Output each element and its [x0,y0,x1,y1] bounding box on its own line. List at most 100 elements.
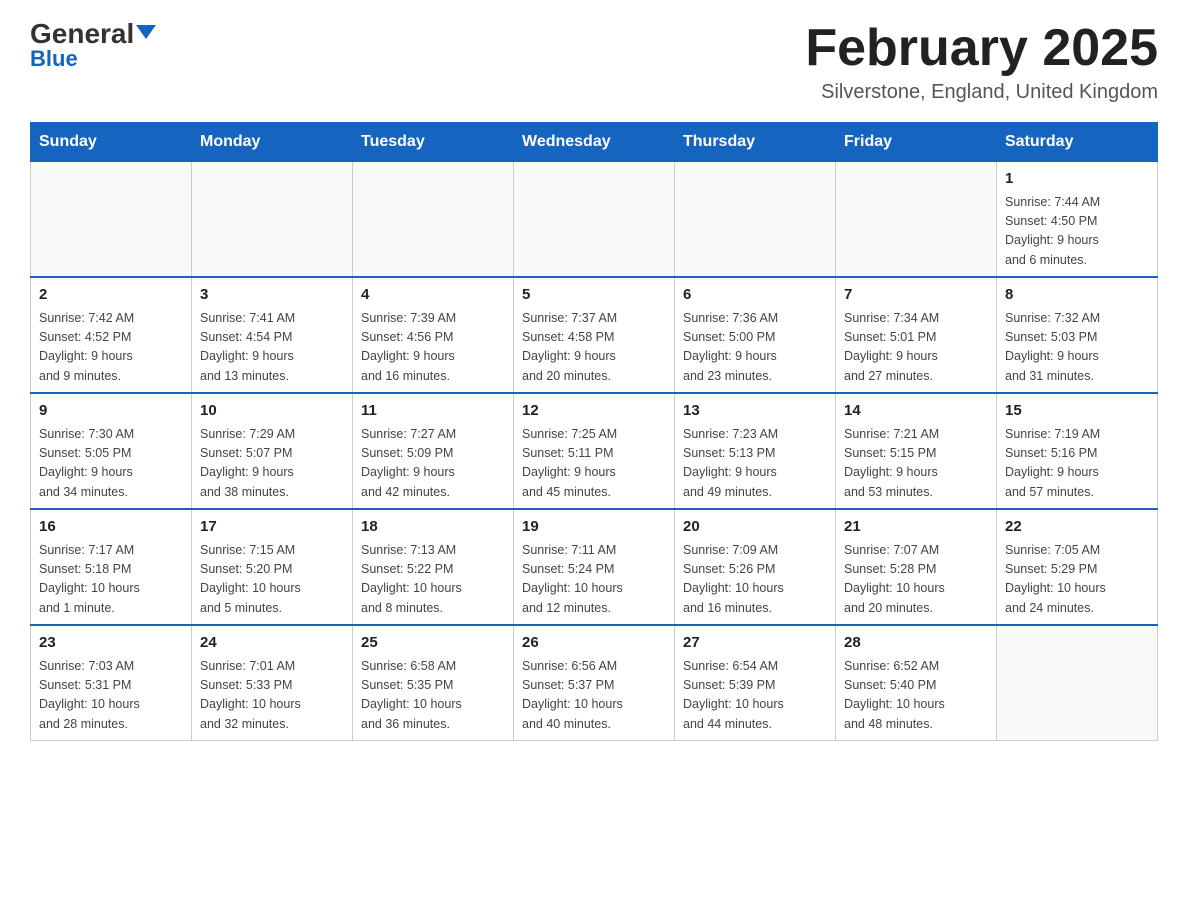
day-number: 10 [200,400,344,423]
table-row: 17Sunrise: 7:15 AM Sunset: 5:20 PM Dayli… [192,509,353,625]
table-row: 10Sunrise: 7:29 AM Sunset: 5:07 PM Dayli… [192,393,353,509]
day-number: 23 [39,632,183,655]
day-number: 12 [522,400,666,423]
day-info: Sunrise: 7:42 AM Sunset: 4:52 PM Dayligh… [39,309,183,387]
month-title: February 2025 [805,20,1158,77]
day-number: 20 [683,516,827,539]
day-number: 3 [200,284,344,307]
day-number: 17 [200,516,344,539]
title-section: February 2025 Silverstone, England, Unit… [805,20,1158,104]
day-info: Sunrise: 7:27 AM Sunset: 5:09 PM Dayligh… [361,425,505,503]
table-row: 12Sunrise: 7:25 AM Sunset: 5:11 PM Dayli… [514,393,675,509]
table-row: 2Sunrise: 7:42 AM Sunset: 4:52 PM Daylig… [31,277,192,393]
table-row: 20Sunrise: 7:09 AM Sunset: 5:26 PM Dayli… [675,509,836,625]
day-info: Sunrise: 7:44 AM Sunset: 4:50 PM Dayligh… [1005,193,1149,271]
col-saturday: Saturday [997,123,1158,162]
day-info: Sunrise: 7:39 AM Sunset: 4:56 PM Dayligh… [361,309,505,387]
table-row: 1Sunrise: 7:44 AM Sunset: 4:50 PM Daylig… [997,162,1158,278]
calendar-week-row: 2Sunrise: 7:42 AM Sunset: 4:52 PM Daylig… [31,277,1158,393]
table-row: 8Sunrise: 7:32 AM Sunset: 5:03 PM Daylig… [997,277,1158,393]
day-info: Sunrise: 7:21 AM Sunset: 5:15 PM Dayligh… [844,425,988,503]
table-row: 9Sunrise: 7:30 AM Sunset: 5:05 PM Daylig… [31,393,192,509]
day-info: Sunrise: 7:03 AM Sunset: 5:31 PM Dayligh… [39,657,183,735]
day-info: Sunrise: 7:36 AM Sunset: 5:00 PM Dayligh… [683,309,827,387]
col-sunday: Sunday [31,123,192,162]
table-row: 14Sunrise: 7:21 AM Sunset: 5:15 PM Dayli… [836,393,997,509]
day-number: 28 [844,632,988,655]
table-row: 21Sunrise: 7:07 AM Sunset: 5:28 PM Dayli… [836,509,997,625]
calendar-week-row: 16Sunrise: 7:17 AM Sunset: 5:18 PM Dayli… [31,509,1158,625]
day-info: Sunrise: 7:30 AM Sunset: 5:05 PM Dayligh… [39,425,183,503]
location: Silverstone, England, United Kingdom [805,81,1158,104]
table-row: 15Sunrise: 7:19 AM Sunset: 5:16 PM Dayli… [997,393,1158,509]
day-info: Sunrise: 7:01 AM Sunset: 5:33 PM Dayligh… [200,657,344,735]
day-info: Sunrise: 7:17 AM Sunset: 5:18 PM Dayligh… [39,541,183,619]
table-row: 26Sunrise: 6:56 AM Sunset: 5:37 PM Dayli… [514,625,675,741]
day-number: 27 [683,632,827,655]
col-friday: Friday [836,123,997,162]
day-info: Sunrise: 6:54 AM Sunset: 5:39 PM Dayligh… [683,657,827,735]
day-number: 14 [844,400,988,423]
day-info: Sunrise: 7:19 AM Sunset: 5:16 PM Dayligh… [1005,425,1149,503]
day-number: 16 [39,516,183,539]
table-row: 13Sunrise: 7:23 AM Sunset: 5:13 PM Dayli… [675,393,836,509]
col-thursday: Thursday [675,123,836,162]
day-info: Sunrise: 6:58 AM Sunset: 5:35 PM Dayligh… [361,657,505,735]
table-row: 19Sunrise: 7:11 AM Sunset: 5:24 PM Dayli… [514,509,675,625]
day-info: Sunrise: 7:23 AM Sunset: 5:13 PM Dayligh… [683,425,827,503]
col-wednesday: Wednesday [514,123,675,162]
day-number: 8 [1005,284,1149,307]
table-row: 22Sunrise: 7:05 AM Sunset: 5:29 PM Dayli… [997,509,1158,625]
table-row [997,625,1158,741]
logo-triangle-icon [136,25,156,39]
table-row [353,162,514,278]
day-number: 15 [1005,400,1149,423]
table-row: 5Sunrise: 7:37 AM Sunset: 4:58 PM Daylig… [514,277,675,393]
day-number: 19 [522,516,666,539]
day-number: 21 [844,516,988,539]
day-info: Sunrise: 7:11 AM Sunset: 5:24 PM Dayligh… [522,541,666,619]
day-info: Sunrise: 7:41 AM Sunset: 4:54 PM Dayligh… [200,309,344,387]
day-info: Sunrise: 7:09 AM Sunset: 5:26 PM Dayligh… [683,541,827,619]
table-row [192,162,353,278]
table-row: 18Sunrise: 7:13 AM Sunset: 5:22 PM Dayli… [353,509,514,625]
logo-general: General [30,20,156,48]
day-number: 22 [1005,516,1149,539]
day-number: 6 [683,284,827,307]
calendar-table: Sunday Monday Tuesday Wednesday Thursday… [30,122,1158,741]
table-row [675,162,836,278]
day-number: 26 [522,632,666,655]
table-row: 6Sunrise: 7:36 AM Sunset: 5:00 PM Daylig… [675,277,836,393]
calendar-week-row: 1Sunrise: 7:44 AM Sunset: 4:50 PM Daylig… [31,162,1158,278]
day-number: 5 [522,284,666,307]
table-row: 24Sunrise: 7:01 AM Sunset: 5:33 PM Dayli… [192,625,353,741]
table-row [31,162,192,278]
table-row: 4Sunrise: 7:39 AM Sunset: 4:56 PM Daylig… [353,277,514,393]
day-info: Sunrise: 7:37 AM Sunset: 4:58 PM Dayligh… [522,309,666,387]
day-number: 11 [361,400,505,423]
day-number: 4 [361,284,505,307]
day-info: Sunrise: 7:15 AM Sunset: 5:20 PM Dayligh… [200,541,344,619]
day-number: 18 [361,516,505,539]
calendar-week-row: 9Sunrise: 7:30 AM Sunset: 5:05 PM Daylig… [31,393,1158,509]
logo-blue: Blue [30,46,78,72]
logo: General Blue [30,20,156,72]
day-info: Sunrise: 7:29 AM Sunset: 5:07 PM Dayligh… [200,425,344,503]
table-row: 25Sunrise: 6:58 AM Sunset: 5:35 PM Dayli… [353,625,514,741]
day-info: Sunrise: 7:13 AM Sunset: 5:22 PM Dayligh… [361,541,505,619]
table-row: 3Sunrise: 7:41 AM Sunset: 4:54 PM Daylig… [192,277,353,393]
day-info: Sunrise: 6:56 AM Sunset: 5:37 PM Dayligh… [522,657,666,735]
table-row: 11Sunrise: 7:27 AM Sunset: 5:09 PM Dayli… [353,393,514,509]
day-number: 1 [1005,168,1149,191]
day-number: 13 [683,400,827,423]
table-row: 28Sunrise: 6:52 AM Sunset: 5:40 PM Dayli… [836,625,997,741]
day-number: 25 [361,632,505,655]
day-number: 9 [39,400,183,423]
day-info: Sunrise: 6:52 AM Sunset: 5:40 PM Dayligh… [844,657,988,735]
col-tuesday: Tuesday [353,123,514,162]
table-row: 16Sunrise: 7:17 AM Sunset: 5:18 PM Dayli… [31,509,192,625]
day-info: Sunrise: 7:34 AM Sunset: 5:01 PM Dayligh… [844,309,988,387]
day-info: Sunrise: 7:07 AM Sunset: 5:28 PM Dayligh… [844,541,988,619]
table-row [514,162,675,278]
table-row: 23Sunrise: 7:03 AM Sunset: 5:31 PM Dayli… [31,625,192,741]
